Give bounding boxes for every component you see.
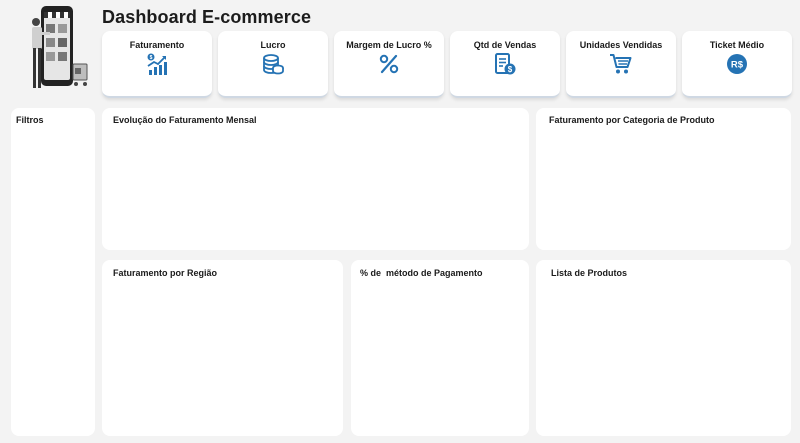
region-revenue-title: Faturamento por Região	[113, 268, 218, 278]
payment-method-panel[interactable]: % de método de Pagamento	[351, 260, 529, 436]
invoice-icon: $	[495, 53, 516, 75]
coins-icon	[263, 54, 284, 75]
kpi-label: Margem de Lucro %	[346, 40, 432, 50]
category-revenue-title: Faturamento por Categoria de Produto	[549, 115, 715, 125]
revenue-chart-icon: $	[147, 53, 167, 75]
shopping-cart-icon	[610, 54, 632, 74]
kpi-card-ticket-medio[interactable]: Ticket Médio R$	[682, 31, 792, 98]
svg-text:R$: R$	[731, 60, 744, 71]
category-revenue-panel[interactable]: Faturamento por Categoria de Produto	[536, 108, 791, 250]
mobile-shopping-illustration	[32, 6, 88, 88]
kpi-label: Lucro	[260, 40, 286, 50]
page-title: Dashboard E-commerce	[102, 7, 312, 27]
kpi-label: Ticket Médio	[709, 40, 765, 50]
kpi-label: Faturamento	[129, 40, 185, 50]
real-currency-icon: R$	[727, 54, 747, 74]
filters-panel[interactable]: Filtros	[11, 108, 95, 436]
kpi-label: Qtd de Vendas	[473, 40, 537, 50]
svg-text:$: $	[508, 65, 513, 74]
product-list-title: Lista de Produtos	[551, 268, 628, 278]
region-revenue-panel[interactable]: Faturamento por Região	[102, 260, 343, 436]
filters-title: Filtros	[16, 115, 44, 125]
kpi-label: Unidades Vendidas	[579, 40, 663, 50]
kpi-card-margem-de-lucro[interactable]: Margem de Lucro %	[334, 31, 444, 98]
payment-method-title: % de método de Pagamento	[360, 268, 483, 278]
svg-text:$: $	[150, 55, 153, 61]
kpi-card-lucro[interactable]: Lucro	[218, 31, 328, 98]
kpi-card-qtd-de-vendas[interactable]: Qtd de Vendas $	[450, 31, 560, 98]
kpi-card-unidades-vendidas[interactable]: Unidades Vendidas	[566, 31, 676, 98]
kpi-card-faturamento[interactable]: Faturamento $	[102, 31, 212, 98]
percent-icon	[379, 54, 399, 74]
monthly-revenue-panel[interactable]: Evolução do Faturamento Mensal	[102, 108, 529, 250]
monthly-revenue-title: Evolução do Faturamento Mensal	[113, 115, 257, 125]
product-list-panel[interactable]: Lista de Produtos	[536, 260, 791, 436]
